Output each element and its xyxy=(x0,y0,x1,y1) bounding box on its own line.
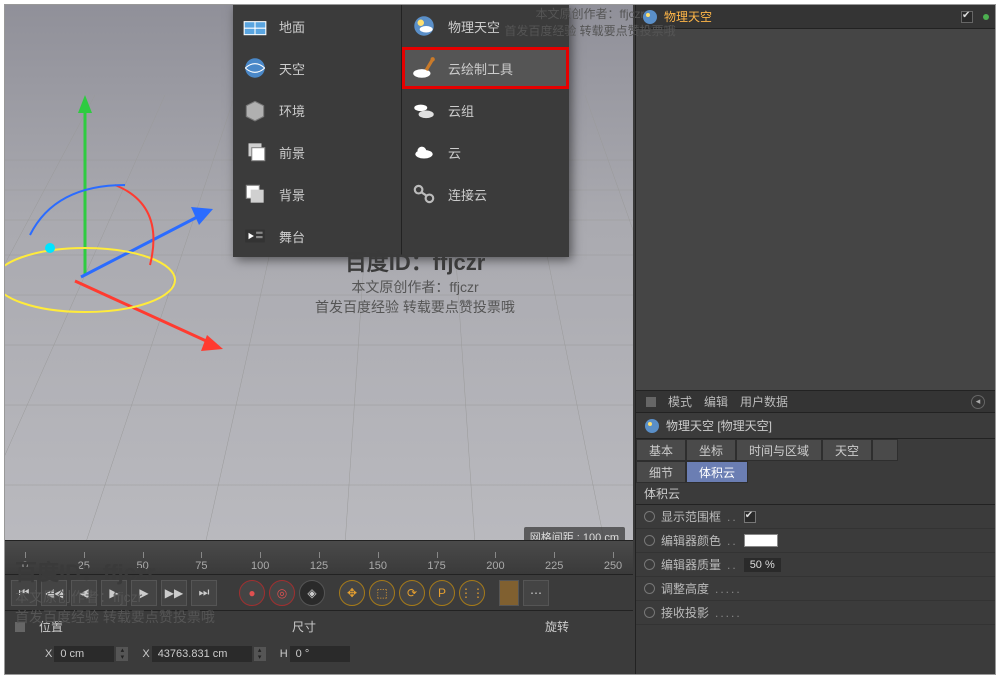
menu-physical-sky[interactable]: 物理天空 xyxy=(402,5,569,47)
marker-button[interactable] xyxy=(499,580,519,606)
prop-adjust-height: 调整高度..... xyxy=(636,577,995,601)
stage-icon xyxy=(241,222,269,250)
next-key-button[interactable]: ▶▶ xyxy=(161,580,187,606)
prev-key-button[interactable]: ◀◀ xyxy=(41,580,67,606)
psky-icon xyxy=(644,418,660,434)
link-icon xyxy=(410,180,438,208)
play-button[interactable]: ▶ xyxy=(101,580,127,606)
prop-receive-shadow: 接收投影..... xyxy=(636,601,995,625)
goto-start-button[interactable]: ⏮ xyxy=(11,580,37,606)
tab-detail[interactable]: 细节 xyxy=(636,461,686,483)
goto-end-button[interactable]: ⏭ xyxy=(191,580,217,606)
key-pla-button[interactable]: ⋮⋮ xyxy=(459,580,485,606)
key-param-button[interactable]: P xyxy=(429,580,455,606)
keyframe-button[interactable]: ◈ xyxy=(299,580,325,606)
cloudtool-icon xyxy=(410,54,438,82)
psky-icon xyxy=(642,9,658,25)
next-frame-button[interactable]: ▶ xyxy=(131,580,157,606)
attribute-panel: 物理天空 模式 编辑 用户数据 ◂ 物理天空 [物理天空] 基本 坐标 时间与区… xyxy=(635,5,995,674)
menu-foreground[interactable]: 前景 xyxy=(233,131,401,173)
object-name[interactable]: 物理天空 xyxy=(664,8,712,25)
tab-volcloud[interactable]: 体积云 xyxy=(686,461,748,483)
sky-icon xyxy=(241,54,269,82)
size-label: 尺寸 xyxy=(292,618,316,635)
show-bounds-checkbox[interactable] xyxy=(744,511,756,523)
rot-h-input[interactable]: 0 ° xyxy=(290,646,350,662)
back-icon xyxy=(241,180,269,208)
pos-x-input[interactable]: 0 cm xyxy=(54,646,114,662)
nav-back-icon[interactable]: ◂ xyxy=(971,395,985,409)
attribute-menu-bar: 模式 编辑 用户数据 ◂ xyxy=(636,391,995,413)
quality-input[interactable]: 50 % xyxy=(744,558,781,572)
scene-menu: 地面 天空 环境 前景 背景 舞台 物理天空 云绘制工具 云组 云 连接云 xyxy=(233,5,569,257)
anim-dot-icon[interactable] xyxy=(644,607,655,618)
menu-floor[interactable]: 地面 xyxy=(233,5,401,47)
prev-frame-button[interactable]: ◀ xyxy=(71,580,97,606)
coord-header-bar: 位置 尺寸 旋转 xyxy=(5,610,633,642)
mode-menu[interactable]: 模式 xyxy=(668,393,692,410)
prop-show-bounds: 显示范围框.. xyxy=(636,505,995,529)
status-dot-icon xyxy=(983,14,989,20)
menu-cloud[interactable]: 云 xyxy=(402,131,569,173)
key-rot-button[interactable]: ⟳ xyxy=(399,580,425,606)
key-scale-button[interactable]: ⬚ xyxy=(369,580,395,606)
menu-background[interactable]: 背景 xyxy=(233,173,401,215)
psky-icon xyxy=(410,12,438,40)
prop-editor-color: 编辑器颜色.. xyxy=(636,529,995,553)
visibility-toggle[interactable] xyxy=(961,11,973,23)
size-x-input[interactable]: 43763.831 cm xyxy=(152,646,252,662)
cloudgrp-icon xyxy=(410,96,438,124)
menu-sky[interactable]: 天空 xyxy=(233,47,401,89)
rot-label: 旋转 xyxy=(545,618,569,635)
coord-inputs: X 0 cm ▴▾ X 43763.831 cm ▴▾ H 0 ° xyxy=(5,642,633,666)
color-swatch[interactable] xyxy=(744,534,778,547)
anim-dot-icon[interactable] xyxy=(644,559,655,570)
tab-more[interactable] xyxy=(872,439,898,461)
transport-bar: ⏮ ◀◀ ◀ ▶ ▶ ▶▶ ⏭ ● ◎ ◈ ✥ ⬚ ⟳ P ⋮⋮ ⋯ xyxy=(5,574,633,610)
section-title: 体积云 xyxy=(636,483,995,505)
floor-icon xyxy=(241,12,269,40)
record-button[interactable]: ● xyxy=(239,580,265,606)
fore-icon xyxy=(241,138,269,166)
autokey-button[interactable]: ◎ xyxy=(269,580,295,606)
cloud-icon xyxy=(410,138,438,166)
anim-dot-icon[interactable] xyxy=(644,511,655,522)
menu-icon[interactable] xyxy=(646,397,656,407)
menu-cloud-paint-tool[interactable]: 云绘制工具 xyxy=(402,47,569,89)
tab-sky[interactable]: 天空 xyxy=(822,439,872,461)
options-button[interactable]: ⋯ xyxy=(523,580,549,606)
attr-object-header: 物理天空 [物理天空] xyxy=(636,413,995,439)
anim-dot-icon[interactable] xyxy=(644,535,655,546)
size-stepper[interactable]: ▴▾ xyxy=(254,647,266,661)
timeline[interactable]: 0255075100125150175200225250 xyxy=(5,540,633,574)
menu-environment[interactable]: 环境 xyxy=(233,89,401,131)
menu-icon[interactable] xyxy=(15,622,25,632)
userdata-menu[interactable]: 用户数据 xyxy=(740,393,788,410)
edit-menu[interactable]: 编辑 xyxy=(704,393,728,410)
tab-basic[interactable]: 基本 xyxy=(636,439,686,461)
object-tree[interactable] xyxy=(636,29,995,391)
anim-dot-icon[interactable] xyxy=(644,583,655,594)
menu-cloud-group[interactable]: 云组 xyxy=(402,89,569,131)
tab-coord[interactable]: 坐标 xyxy=(686,439,736,461)
menu-connect-cloud[interactable]: 连接云 xyxy=(402,173,569,215)
menu-stage[interactable]: 舞台 xyxy=(233,215,401,257)
prop-editor-quality: 编辑器质量.. 50 % xyxy=(636,553,995,577)
app-frame: 网格间距 : 100 cm 地面 天空 环境 前景 背景 舞台 物理天空 云绘制… xyxy=(4,4,996,675)
env-icon xyxy=(241,96,269,124)
key-pos-button[interactable]: ✥ xyxy=(339,580,365,606)
pos-stepper[interactable]: ▴▾ xyxy=(116,647,128,661)
object-manager-header: 物理天空 xyxy=(636,5,995,29)
attr-tabs: 基本 坐标 时间与区域 天空 xyxy=(636,439,995,461)
pos-label: 位置 xyxy=(39,618,63,635)
tab-time[interactable]: 时间与区域 xyxy=(736,439,822,461)
